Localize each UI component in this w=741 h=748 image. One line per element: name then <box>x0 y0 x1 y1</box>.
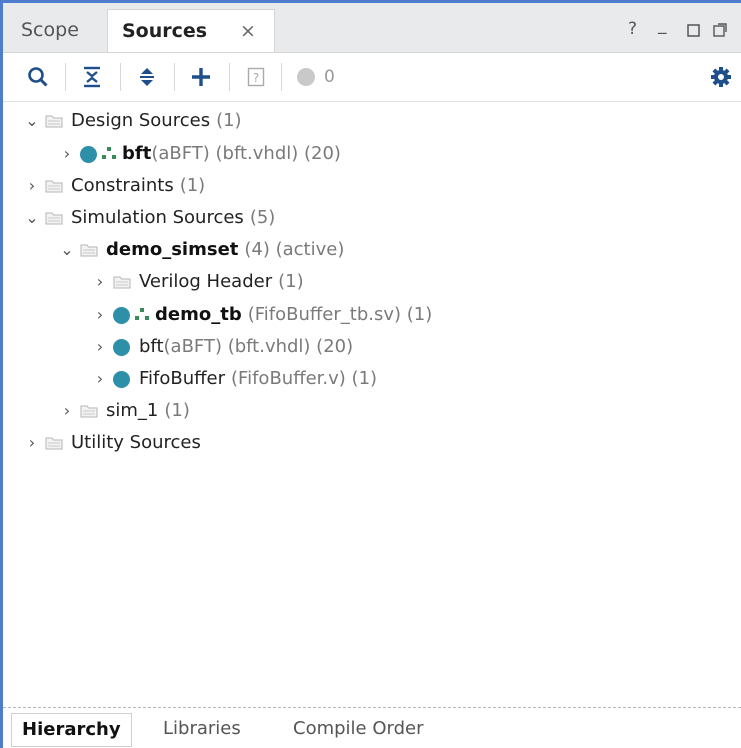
tree-module-name: FifoBuffer <box>139 368 226 389</box>
maximize-icon[interactable] <box>687 22 700 42</box>
tree-label: sim_1 <box>106 400 159 421</box>
tree-module-detail: (FifoBuffer.v) (1) <box>231 368 378 389</box>
status-counter[interactable]: 0 <box>297 64 347 90</box>
tree-module-detail: (FifoBuffer_tb.sv) (1) <box>247 304 433 325</box>
chevron-right-icon[interactable]: › <box>91 364 109 394</box>
tree-module-name: demo_tb <box>155 304 242 325</box>
tree-node-constraints[interactable]: › Constraints (1) <box>23 171 205 201</box>
tree-label: demo_simset <box>106 239 239 260</box>
tree-label: Verilog Header <box>139 271 273 292</box>
tab-libraries[interactable]: Libraries <box>153 713 251 745</box>
chevron-right-icon[interactable]: › <box>23 428 41 458</box>
add-icon[interactable] <box>188 64 214 90</box>
toolbar-divider <box>229 63 230 91</box>
toolbar-divider <box>281 63 282 91</box>
chevron-right-icon[interactable]: › <box>91 300 109 330</box>
tree-count: (1) <box>278 271 304 292</box>
status-dot-icon <box>113 338 130 356</box>
chevron-right-icon[interactable]: › <box>91 332 109 362</box>
tree-node-design-sources[interactable]: ⌄ Design Sources (1) <box>23 106 242 136</box>
collapse-all-icon[interactable] <box>79 64 105 90</box>
toolbar-divider <box>174 63 175 91</box>
tab-compile-order[interactable]: Compile Order <box>283 713 434 745</box>
status-dot-icon <box>113 306 130 324</box>
tree-count: (4) (active) <box>244 239 345 260</box>
folder-icon <box>80 243 98 257</box>
float-icon[interactable] <box>713 22 727 42</box>
sources-panel: Scope Sources × ? _ ? 0 ⌄ Design Sources… <box>0 0 741 748</box>
toolbar-divider <box>120 63 121 91</box>
tab-hierarchy[interactable]: Hierarchy <box>11 713 132 747</box>
tree-label: Simulation Sources <box>71 207 244 228</box>
tree-label: Utility Sources <box>71 432 201 453</box>
tree-module-detail: (aBFT) (bft.vhdl) (20) <box>163 336 354 357</box>
tree-module-detail: (aBFT) (bft.vhdl) (20) <box>151 143 341 164</box>
close-icon[interactable]: × <box>240 10 256 53</box>
tree-label: Design Sources <box>71 110 211 131</box>
toolbar-divider <box>65 63 66 91</box>
chevron-down-icon[interactable]: ⌄ <box>23 106 41 136</box>
chevron-down-icon[interactable]: ⌄ <box>23 203 41 233</box>
tree-node-demo-tb[interactable]: › demo_tb (FifoBuffer_tb.sv) (1) <box>91 300 432 330</box>
tree-node-sim-1[interactable]: › sim_1 (1) <box>58 396 190 426</box>
tree-node-simulation-sources[interactable]: ⌄ Simulation Sources (5) <box>23 203 275 233</box>
tab-sources-label: Sources <box>122 20 208 42</box>
error-count: 0 <box>324 67 335 87</box>
minimize-icon[interactable]: _ <box>658 15 667 35</box>
tab-scope[interactable]: Scope <box>11 9 105 52</box>
tree-node-verilog-header[interactable]: › Verilog Header (1) <box>91 267 304 297</box>
tree-node-bft-sim[interactable]: › bft (aBFT) (bft.vhdl) (20) <box>91 332 353 362</box>
chevron-right-icon[interactable]: › <box>23 171 41 201</box>
bottom-tab-bar: Hierarchy Libraries Compile Order <box>3 707 741 748</box>
folder-icon <box>80 404 98 418</box>
tree-count: (1) <box>164 400 190 421</box>
tree-count: (1) <box>179 175 206 196</box>
tree-module-name: bft <box>139 336 164 357</box>
tree-node-utility-sources[interactable]: › Utility Sources <box>23 428 201 458</box>
chevron-right-icon[interactable]: › <box>58 396 76 426</box>
chevron-right-icon[interactable]: › <box>58 139 76 169</box>
folder-icon <box>113 275 131 289</box>
tab-bar: Scope Sources × ? _ <box>3 3 741 53</box>
hierarchy-icon <box>102 139 116 169</box>
tree-node-fifobuffer[interactable]: › FifoBuffer (FifoBuffer.v) (1) <box>91 364 377 394</box>
folder-icon <box>45 436 63 450</box>
toolbar: ? 0 <box>3 53 741 102</box>
tab-scope-label: Scope <box>21 19 79 41</box>
tab-sources[interactable]: Sources × <box>107 9 275 52</box>
folder-icon <box>45 211 63 225</box>
tree-node-demo-simset[interactable]: ⌄ demo_simset (4) (active) <box>58 235 344 265</box>
search-icon[interactable] <box>25 64 51 90</box>
tree-node-bft-top[interactable]: › bft (aBFT) (bft.vhdl) (20) <box>58 139 341 169</box>
folder-icon <box>45 179 63 193</box>
chevron-right-icon[interactable]: › <box>91 267 109 297</box>
tree-module-name: bft <box>122 143 152 164</box>
chevron-down-icon[interactable]: ⌄ <box>58 235 76 265</box>
folder-icon <box>45 114 63 128</box>
status-dot-icon <box>80 145 97 163</box>
hierarchy-icon <box>135 300 149 330</box>
status-dot-icon <box>113 370 130 388</box>
gear-icon[interactable] <box>708 64 734 90</box>
tree-count: (1) <box>216 110 242 131</box>
tree-count: (5) <box>249 207 276 228</box>
help-icon[interactable]: ? <box>628 19 637 39</box>
expand-all-icon[interactable] <box>134 64 160 90</box>
properties-icon[interactable]: ? <box>244 64 268 90</box>
tree-label: Constraints <box>71 175 174 196</box>
status-dot-icon <box>297 68 315 86</box>
svg-text:?: ? <box>253 71 259 85</box>
